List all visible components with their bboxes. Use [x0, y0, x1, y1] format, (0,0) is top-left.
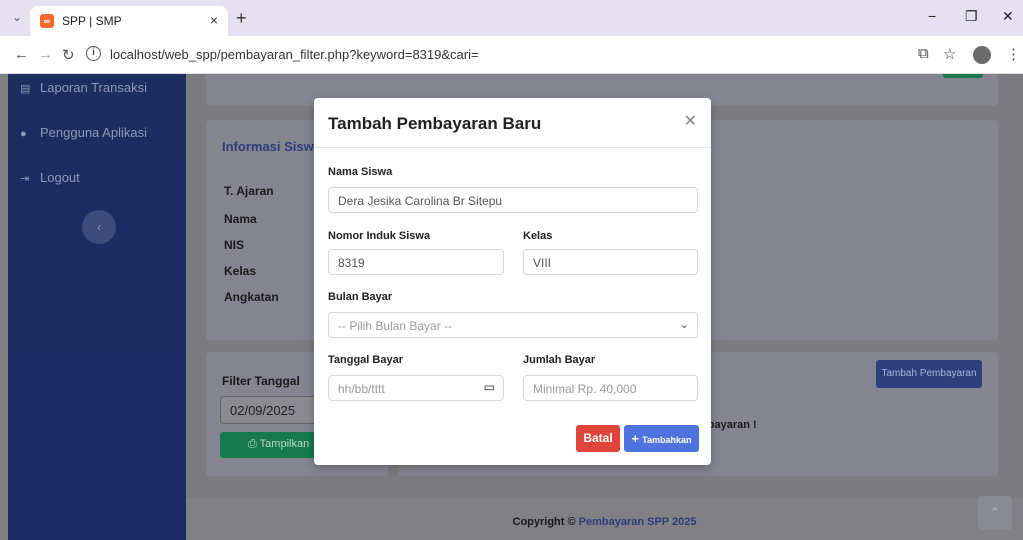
back-icon[interactable]: ←: [14, 46, 29, 63]
footer-copyright: Copyright ©: [512, 516, 579, 528]
modal-divider: [314, 147, 711, 148]
info-label-ajaran: T. Ajaran: [224, 184, 274, 198]
sidebar-item-logout[interactable]: ⇥ Logout: [20, 170, 80, 185]
sidebar-item-pengguna-aplikasi[interactable]: ● Pengguna Aplikasi: [20, 125, 147, 140]
address-bar: ← → ↻ i localhost/web_spp/pembayaran_fil…: [0, 36, 1023, 74]
month-select-value: -- Pilih Bulan Bayar --: [338, 319, 453, 333]
chevron-down-icon: ⌄: [679, 319, 689, 331]
class-label: Kelas: [523, 230, 553, 242]
calendar-icon[interactable]: ▭: [484, 380, 495, 394]
sidebar: ▤ Laporan Transaksi ● Pengguna Aplikasi ⇥ L…: [8, 74, 186, 540]
date-placeholder: hh/bb/tttt: [338, 382, 385, 396]
logout-icon: ⇥: [20, 173, 30, 185]
cancel-button[interactable]: Batal: [576, 425, 620, 452]
add-payment-button[interactable]: Tambah Pembayaran: [876, 360, 982, 388]
filter-label: Filter Tanggal: [222, 374, 300, 388]
translate-icon[interactable]: ⧉: [918, 45, 929, 62]
tab-title: SPP | SMP: [62, 14, 122, 28]
nis-field[interactable]: 8319: [328, 249, 504, 275]
reload-icon[interactable]: ↻: [62, 46, 75, 64]
forward-icon[interactable]: →: [38, 46, 53, 63]
month-label: Bulan Bayar: [328, 291, 393, 303]
name-label: Nama Siswa: [328, 166, 393, 178]
month-select[interactable]: -- Pilih Bulan Bayar -- ⌄: [328, 312, 698, 338]
info-label-nama: Nama: [224, 212, 257, 226]
class-field[interactable]: VIII: [523, 249, 698, 275]
scroll-top-button[interactable]: ⌃: [978, 496, 1012, 530]
footer-link[interactable]: Pembayaran SPP 2025: [579, 516, 697, 528]
browser-tab-bar: ⌄ ∞ SPP | SMP × + − ❐ ✕: [0, 0, 1023, 36]
chevron-up-icon: ⌃: [989, 505, 1001, 520]
info-label-nis: NIS: [224, 238, 245, 252]
info-card-title: Informasi Siswa: [222, 139, 321, 154]
modal-title: Tambah Pembayaran Baru: [328, 114, 542, 133]
amount-input[interactable]: Minimal Rp. 40,000: [523, 375, 698, 401]
show-button-label: Tampilkan: [259, 438, 310, 450]
tab-close-icon[interactable]: ×: [210, 12, 218, 28]
info-label-kelas: Kelas: [224, 264, 257, 278]
payment-date-input[interactable]: hh/bb/tttt ▭: [328, 375, 504, 401]
nis-label: Nomor Induk Siswa: [328, 230, 431, 242]
search-button[interactable]: [943, 74, 983, 78]
submit-button[interactable]: + Tambahkan: [624, 425, 699, 452]
minimize-icon[interactable]: −: [928, 8, 936, 24]
file-icon: ▤: [20, 83, 31, 95]
sidebar-item-label: Laporan Transaksi: [40, 80, 147, 95]
browser-menu-icon[interactable]: ⋮: [1006, 45, 1021, 63]
info-label-angkatan: Angkatan: [224, 290, 279, 304]
bookmark-star-icon[interactable]: ☆: [943, 45, 956, 63]
close-icon[interactable]: ✕: [684, 111, 697, 131]
sidebar-toggle-button[interactable]: ‹: [82, 210, 116, 244]
sidebar-item-label: Logout: [40, 170, 80, 185]
site-info-icon[interactable]: i: [86, 46, 101, 61]
sidebar-item-label: Pengguna Aplikasi: [40, 125, 147, 140]
browser-tab[interactable]: ∞ SPP | SMP ×: [30, 6, 228, 36]
url-field[interactable]: localhost/web_spp/pembayaran_filter.php?…: [110, 47, 479, 62]
date-label: Tanggal Bayar: [328, 354, 403, 366]
tab-search-icon[interactable]: ⌄: [10, 11, 24, 25]
window-close-icon[interactable]: ✕: [1002, 8, 1014, 25]
print-icon: ⎙: [248, 438, 260, 450]
sidebar-item-laporan-transaksi[interactable]: ▤ Laporan Transaksi: [20, 80, 147, 95]
amount-label: Jumlah Bayar: [523, 354, 596, 366]
student-name-field[interactable]: Dera Jesika Carolina Br Sitepu: [328, 187, 698, 213]
profile-avatar[interactable]: [973, 46, 991, 64]
restore-icon[interactable]: ❐: [965, 8, 978, 25]
submit-button-label: Tambahkan: [642, 435, 692, 445]
favicon-icon: ∞: [40, 14, 54, 28]
user-icon: ●: [20, 128, 27, 140]
add-payment-modal: Tambah Pembayaran Baru ✕ Nama Siswa Dera…: [314, 98, 711, 465]
chevron-left-icon: ‹: [97, 220, 101, 234]
footer: Copyright © Pembayaran SPP 2025: [186, 498, 1023, 540]
plus-icon: +: [631, 431, 640, 446]
new-tab-icon[interactable]: +: [236, 8, 247, 29]
